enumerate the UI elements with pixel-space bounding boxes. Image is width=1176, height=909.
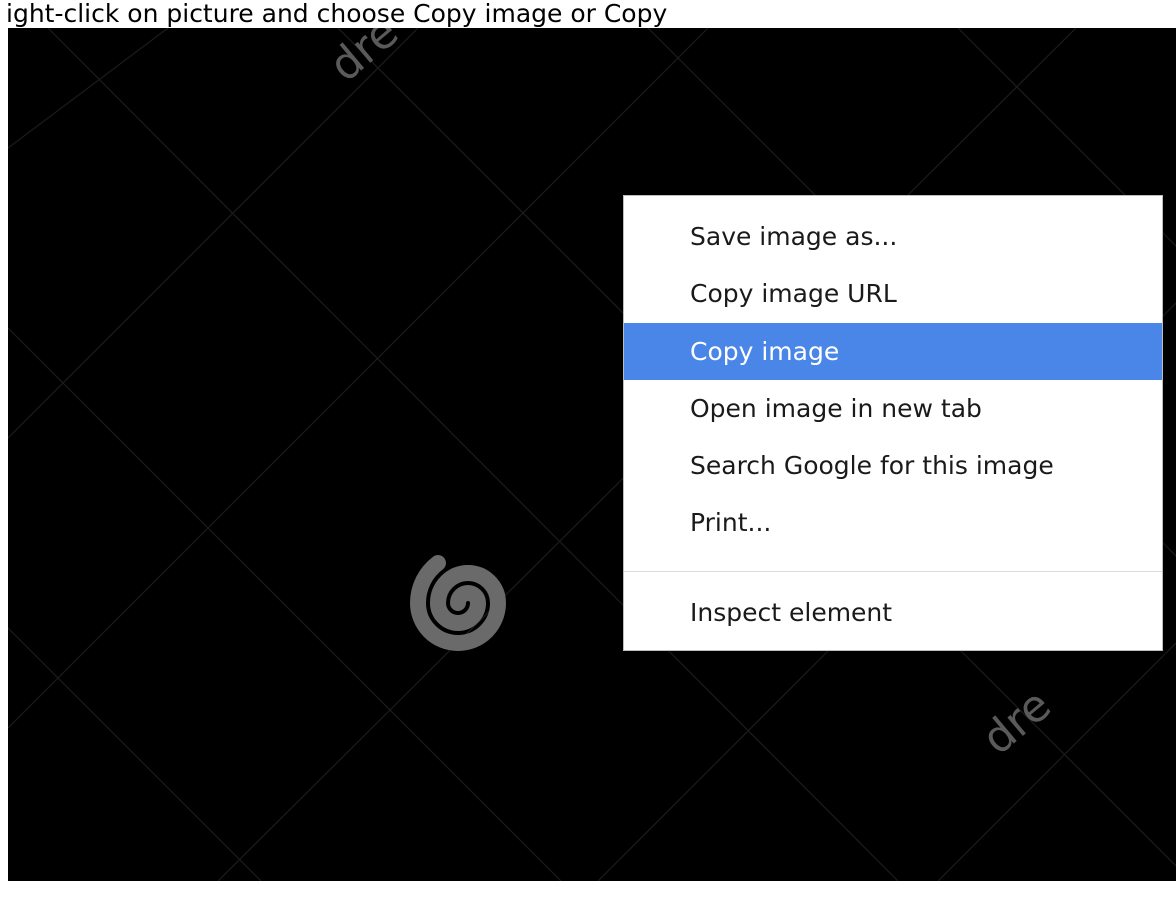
menu-item-copy-image-url[interactable]: Copy image URL [624, 265, 1162, 322]
watermark-text-bottom: dre [973, 679, 1061, 764]
menu-item-open-image-new-tab[interactable]: Open image in new tab [624, 380, 1162, 437]
menu-separator [624, 571, 1162, 572]
menu-item-inspect-element[interactable]: Inspect element [624, 584, 1162, 641]
image-canvas[interactable]: dre dre Save image as... Copy image URL … [8, 28, 1176, 881]
watermark-text-top: dre [320, 28, 408, 92]
menu-item-save-image-as[interactable]: Save image as... [624, 208, 1162, 265]
menu-item-search-google-image[interactable]: Search Google for this image [624, 437, 1162, 494]
menu-item-print[interactable]: Print... [624, 494, 1162, 551]
bottom-margin [0, 881, 1176, 909]
context-menu: Save image as... Copy image URL Copy ima… [623, 195, 1163, 651]
caption-text: ight-click on picture and choose Copy im… [0, 0, 1176, 28]
spiral-logo-icon [409, 555, 507, 651]
menu-item-copy-image[interactable]: Copy image [624, 323, 1162, 380]
